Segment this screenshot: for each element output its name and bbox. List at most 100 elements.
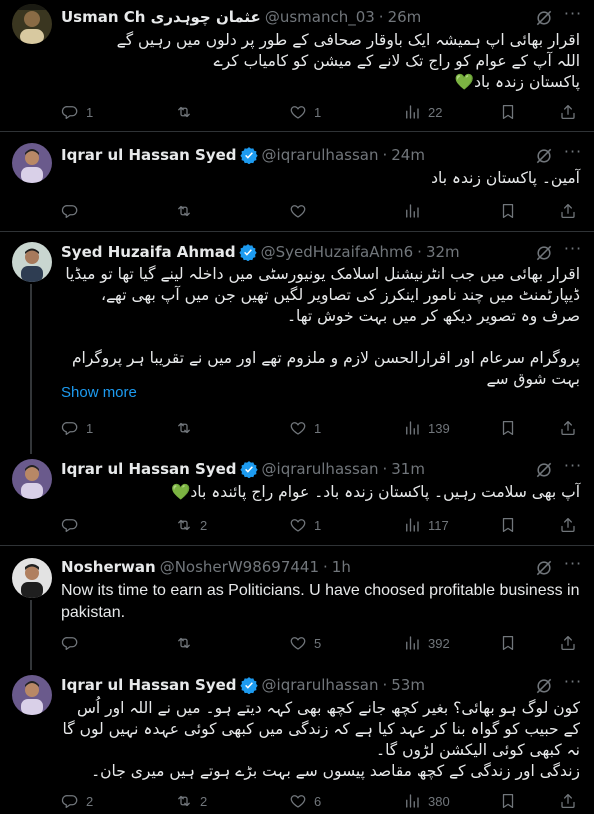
views-button[interactable]: 392 bbox=[403, 632, 450, 654]
tweet-line: آمین۔ پاکستان زندہ باد bbox=[431, 169, 580, 187]
views-button[interactable]: 139 bbox=[403, 417, 450, 439]
avatar[interactable] bbox=[12, 143, 52, 183]
retweet-button[interactable] bbox=[175, 200, 200, 222]
separator-dot: · bbox=[382, 676, 388, 694]
tweet-line bbox=[61, 327, 580, 348]
retweet-icon bbox=[178, 422, 190, 434]
tweet-line: اللہ آپ کے عوام کو راج تک لانے کے میشن ک… bbox=[213, 52, 580, 70]
retweets-count: 2 bbox=[200, 793, 208, 809]
views-button[interactable]: 117 bbox=[403, 514, 449, 536]
like-button[interactable]: 6 bbox=[289, 790, 321, 812]
tweet[interactable]: Usman Ch عثمان چوہدری @usmanch_03 · 26m … bbox=[0, 0, 594, 130]
tweet[interactable]: Iqrar ul Hassan Syed @iqrarulhassan · 31… bbox=[0, 448, 594, 544]
like-button[interactable]: 1 bbox=[289, 101, 321, 123]
replies-count: 1 bbox=[86, 420, 94, 436]
grok-icon[interactable] bbox=[534, 460, 554, 480]
grok-icon[interactable] bbox=[534, 558, 554, 578]
display-name[interactable]: Iqrar ul Hassan Syed bbox=[61, 460, 237, 478]
bookmark-button[interactable] bbox=[499, 790, 517, 812]
bookmark-button[interactable] bbox=[499, 632, 517, 654]
handle[interactable]: @NosherW98697441 bbox=[160, 558, 319, 576]
retweet-button[interactable] bbox=[175, 632, 200, 654]
views-count: 139 bbox=[428, 420, 450, 436]
views-count: 117 bbox=[428, 517, 449, 533]
thread-line bbox=[30, 284, 32, 454]
like-button[interactable] bbox=[289, 200, 314, 222]
avatar[interactable] bbox=[12, 242, 52, 282]
reply-button[interactable]: 1 bbox=[61, 101, 93, 123]
action-bar: 2 2 6 380 bbox=[61, 790, 581, 812]
share-icon bbox=[561, 517, 575, 533]
show-more-link[interactable]: Show more bbox=[61, 384, 137, 401]
handle[interactable]: @usmanch_03 bbox=[265, 8, 375, 26]
reply-button[interactable] bbox=[61, 632, 86, 654]
like-button[interactable]: 1 bbox=[289, 417, 321, 439]
retweet-button[interactable] bbox=[175, 101, 200, 123]
timestamp[interactable]: 24m bbox=[391, 146, 425, 164]
views-button[interactable]: 380 bbox=[403, 790, 450, 812]
reply-button[interactable] bbox=[61, 200, 86, 222]
bookmark-button[interactable] bbox=[499, 200, 517, 222]
retweet-button[interactable]: 2 bbox=[175, 514, 207, 536]
avatar[interactable] bbox=[12, 459, 52, 499]
share-button[interactable] bbox=[559, 200, 577, 222]
tweet-line: زندگی اور زندگی کے کچھ مقاصد پیسوں سے بہ… bbox=[91, 762, 580, 780]
views-button[interactable] bbox=[403, 200, 428, 222]
reply-button[interactable]: 2 bbox=[61, 790, 93, 812]
handle[interactable]: @iqrarulhassan bbox=[262, 460, 379, 478]
more-icon[interactable]: ··· bbox=[562, 241, 584, 263]
timestamp[interactable]: 32m bbox=[426, 243, 460, 261]
handle[interactable]: @SyedHuzaifaAhm6 bbox=[261, 243, 414, 261]
grok-icon[interactable] bbox=[534, 8, 554, 28]
replies-count: 1 bbox=[86, 104, 94, 120]
more-icon[interactable]: ··· bbox=[562, 674, 584, 696]
share-button[interactable] bbox=[559, 790, 577, 812]
tweet[interactable]: Syed Huzaifa Ahmad @SyedHuzaifaAhm6 · 32… bbox=[0, 232, 594, 454]
bookmark-button[interactable] bbox=[499, 101, 517, 123]
timestamp[interactable]: 1h bbox=[332, 558, 351, 576]
handle[interactable]: @iqrarulhassan bbox=[262, 676, 379, 694]
share-icon bbox=[561, 104, 575, 120]
reply-button[interactable] bbox=[61, 514, 86, 536]
grok-icon[interactable] bbox=[534, 243, 554, 263]
like-button[interactable]: 5 bbox=[289, 632, 321, 654]
retweet-button[interactable]: 2 bbox=[175, 790, 207, 812]
bookmark-button[interactable] bbox=[499, 514, 517, 536]
reply-button[interactable]: 1 bbox=[61, 417, 93, 439]
avatar[interactable] bbox=[12, 558, 52, 598]
retweet-button[interactable] bbox=[175, 417, 200, 439]
share-button[interactable] bbox=[559, 417, 577, 439]
display-name[interactable]: Iqrar ul Hassan Syed bbox=[61, 146, 237, 164]
bookmark-button[interactable] bbox=[499, 417, 517, 439]
display-name[interactable]: Syed Huzaifa Ahmad bbox=[61, 243, 236, 261]
more-icon[interactable]: ··· bbox=[562, 6, 584, 28]
handle[interactable]: @iqrarulhassan bbox=[262, 146, 379, 164]
reply-icon bbox=[61, 422, 78, 436]
timestamp[interactable]: 31m bbox=[391, 460, 425, 478]
heart-icon bbox=[290, 422, 306, 435]
retweets-count: 2 bbox=[200, 517, 208, 533]
tweet[interactable]: Nosherwan @NosherW98697441 · 1h ··· Now … bbox=[0, 546, 594, 670]
more-icon[interactable]: ··· bbox=[562, 144, 584, 166]
share-button[interactable] bbox=[559, 514, 577, 536]
timestamp[interactable]: 53m bbox=[391, 676, 425, 694]
timestamp[interactable]: 26m bbox=[388, 8, 422, 26]
grok-icon[interactable] bbox=[534, 676, 554, 696]
tweet-text: اقرار بھائی اپ ہمیشہ ایک باوقار صحافی کے… bbox=[61, 30, 580, 93]
grok-icon[interactable] bbox=[534, 146, 554, 166]
more-icon[interactable]: ··· bbox=[562, 556, 584, 578]
verified-badge-icon bbox=[239, 677, 258, 694]
tweet-line: پاکستان زندہ باد💚 bbox=[454, 73, 580, 91]
share-button[interactable] bbox=[559, 632, 577, 654]
more-icon[interactable]: ··· bbox=[562, 458, 584, 480]
tweet[interactable]: Iqrar ul Hassan Syed @iqrarulhassan · 24… bbox=[0, 132, 594, 230]
display-name[interactable]: Usman Ch عثمان چوہدری bbox=[61, 8, 261, 26]
like-button[interactable]: 1 bbox=[289, 514, 321, 536]
tweet[interactable]: Iqrar ul Hassan Syed @iqrarulhassan · 53… bbox=[0, 666, 594, 814]
share-button[interactable] bbox=[559, 101, 577, 123]
display-name[interactable]: Nosherwan bbox=[61, 558, 156, 576]
avatar[interactable] bbox=[12, 675, 52, 715]
views-button[interactable]: 22 bbox=[403, 101, 442, 123]
avatar[interactable] bbox=[12, 4, 52, 44]
display-name[interactable]: Iqrar ul Hassan Syed bbox=[61, 676, 237, 694]
